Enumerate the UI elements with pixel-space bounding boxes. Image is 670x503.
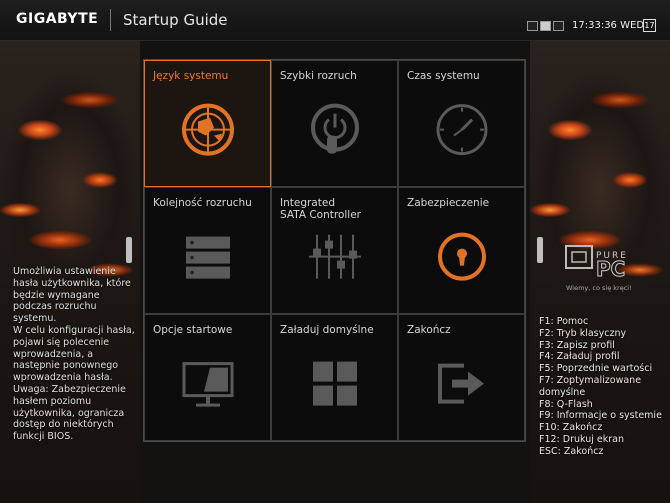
view-mode-switcher — [527, 21, 564, 31]
load-defaults-grid-icon — [312, 361, 357, 406]
help-description: Umożliwia ustawienie hasła użytkownika, … — [13, 266, 138, 443]
scroll-handle-left[interactable] — [126, 237, 132, 263]
hotkey-item: F1: Pomoc — [539, 316, 589, 327]
hotkey-item: F10: Zakończ — [539, 422, 603, 434]
hotkey-item: F5: Poprzednie wartości — [539, 363, 653, 375]
tile-label: Szybki rozruch — [280, 70, 357, 82]
tile-label: Zakończ — [407, 324, 451, 336]
tile-label: Opcje startowe — [153, 324, 233, 336]
view-list-icon[interactable] — [527, 21, 538, 31]
hotkey-item: F2: Tryb klasyczny — [539, 327, 627, 339]
tile-security[interactable]: Zabezpieczenie — [398, 187, 525, 314]
hotkey-item: F8: Q-Flash — [539, 398, 593, 410]
hotkey-item: F12: Drukuj ekran — [539, 433, 624, 445]
tile-fast-boot[interactable]: Szybki rozruch — [271, 60, 398, 187]
top-bar: GIGABYTE Startup Guide 17:33:36 WED 17 — [0, 0, 670, 41]
hotkey-item: F9: Informacje o systemie — [539, 410, 662, 422]
svg-text:Wiemy, co się kręci!: Wiemy, co się kręci! — [566, 284, 632, 292]
tile-exit[interactable]: Zakończ — [398, 314, 525, 441]
boot-order-stack-icon — [185, 236, 230, 279]
exit-arrow-icon — [437, 363, 484, 404]
hotkey-item: F3: Zapisz profil — [539, 339, 615, 351]
help-text: Umożliwia ustawienie hasła użytkownika, … — [13, 266, 135, 443]
hotkey-item: F7: Zoptymalizowane domyślne — [539, 374, 642, 398]
clock-day: WED — [620, 20, 645, 31]
page-title: Startup Guide — [123, 11, 228, 29]
fast-boot-power-hand-icon — [310, 103, 359, 154]
tile-label: Integrated SATA Controller — [280, 197, 361, 221]
hotkey-item: F4: Załaduj profil — [539, 351, 620, 363]
monitor-icon — [182, 361, 233, 407]
language-globe-icon — [181, 103, 234, 156]
sata-sliders-icon — [308, 234, 361, 279]
calendar-icon[interactable]: 17 — [643, 19, 656, 32]
tile-sata-controller[interactable]: Integrated SATA Controller — [271, 187, 398, 314]
scroll-handle-right[interactable] — [537, 237, 543, 263]
svg-text:PC: PC — [596, 257, 625, 281]
hotkey-legend: F1: Pomoc F2: Tryb klasyczny F3: Zapisz … — [539, 316, 669, 458]
hotkey-item: ESC: Zakończ — [539, 445, 604, 457]
clock-icon — [436, 103, 487, 155]
brand-logo: GIGABYTE — [16, 11, 99, 27]
clock-time: 17:33:36 — [572, 20, 617, 31]
calendar-day: 17 — [644, 21, 655, 30]
tile-label: Język systemu — [153, 70, 229, 82]
clock-readout: 17:33:36 WED — [572, 20, 644, 31]
tile-label: Zabezpieczenie — [407, 197, 490, 209]
view-grid-icon[interactable] — [540, 21, 551, 31]
purepc-watermark-logo: PURE PC Wiemy, co się kręci! — [565, 245, 632, 292]
title-divider — [110, 9, 111, 31]
tile-label: Czas systemu — [407, 70, 480, 82]
security-lock-icon — [437, 232, 486, 281]
tile-system-language[interactable]: Język systemu — [144, 60, 271, 187]
view-window-icon[interactable] — [553, 21, 564, 31]
tile-load-defaults[interactable]: Załaduj domyślne — [271, 314, 398, 441]
tile-startup-options[interactable]: Opcje startowe — [144, 314, 271, 441]
tile-boot-order[interactable]: Kolejność rozruchu — [144, 187, 271, 314]
tile-label: Załaduj domyślne — [280, 324, 374, 336]
startup-guide-grid: Język systemu Szybki rozruch Czas system… — [143, 59, 526, 442]
tile-label: Kolejność rozruchu — [153, 197, 252, 209]
tile-system-time[interactable]: Czas systemu — [398, 60, 525, 187]
